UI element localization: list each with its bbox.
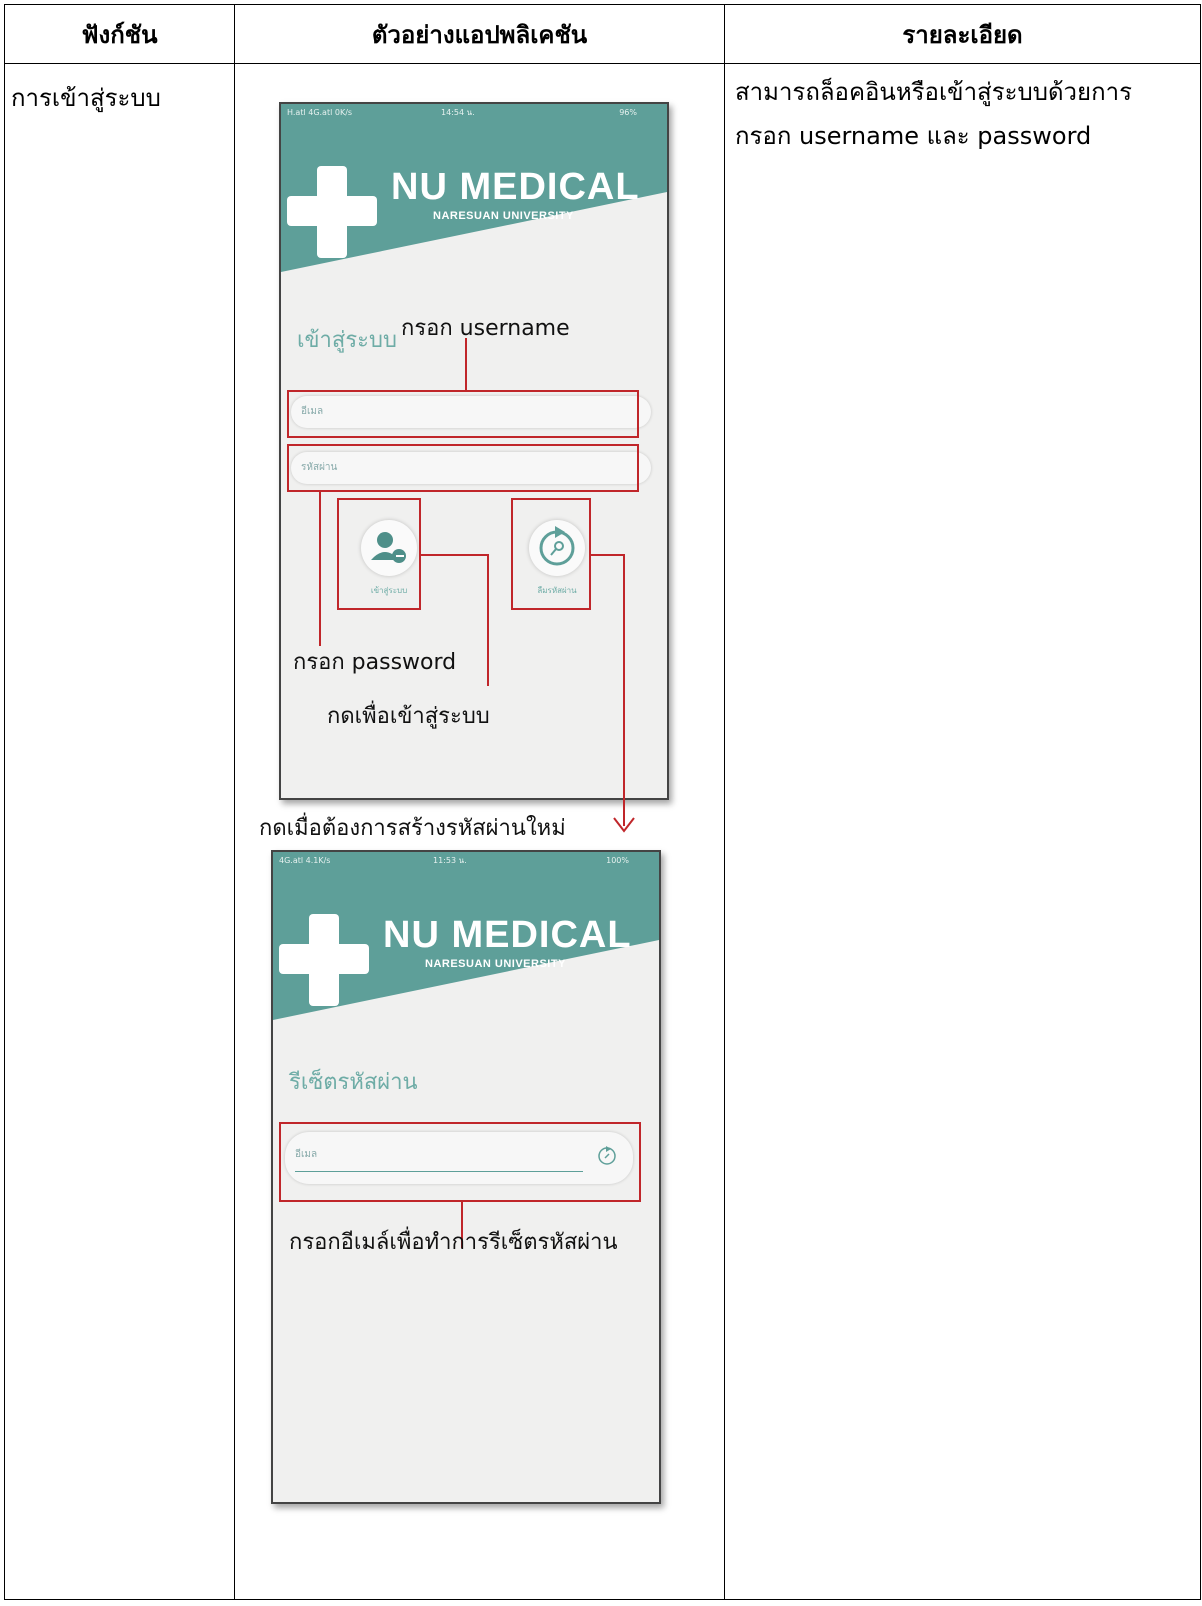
- brand-subtitle: NARESUAN UNIVERSITY: [425, 958, 566, 970]
- login-pointer-v: [487, 554, 489, 686]
- username-pointer: [465, 338, 467, 390]
- status-time: 14:54 น.: [441, 108, 475, 117]
- feature-table: ฟังก์ชัน ตัวอย่างแอปพลิเคชัน รายละเอียด …: [4, 4, 1201, 1600]
- login-button-highlight: [337, 498, 421, 610]
- function-cell: การเข้าสู่ระบบ: [4, 63, 235, 1600]
- status-battery: 96%: [619, 108, 637, 117]
- login-annotation: กดเพื่อเข้าสู่ระบบ: [327, 704, 490, 729]
- header-row: ฟังก์ชัน ตัวอย่างแอปพลิเคชัน รายละเอียด: [4, 4, 1201, 64]
- status-time: 11:53 น.: [433, 856, 467, 865]
- table-row: การเข้าสู่ระบบ H.atl 4G.atl 0K/s 14:54 น…: [4, 63, 1201, 1600]
- password-annotation: กรอก password: [293, 650, 457, 675]
- login-title: เข้าสู่ระบบ: [297, 328, 397, 353]
- status-signal: 4G.atl 4.1K/s: [279, 856, 331, 865]
- status-battery: 100%: [606, 856, 629, 865]
- header-sample-app: ตัวอย่างแอปพลิเคชัน: [234, 4, 725, 64]
- new-password-annotation: กดเมื่อต้องการสร้างรหัสผ่านใหม่: [259, 816, 566, 841]
- status-bar: H.atl 4G.atl 0K/s 14:54 น. 96%: [281, 104, 667, 122]
- brand-name: NU MEDICAL: [383, 914, 632, 956]
- reset-email-annotation: กรอกอีเมล์เพื่อทำการรีเซ็ตรหัสผ่าน: [289, 1230, 618, 1255]
- description-cell: สามารถล็อคอินหรือเข้าสู่ระบบด้วยการ กรอก…: [724, 63, 1201, 1600]
- sample-app-cell: H.atl 4G.atl 0K/s 14:54 น. 96% NU MEDICA…: [234, 63, 725, 1600]
- arrow-down-icon: [613, 817, 635, 833]
- reset-email-highlight: [279, 1122, 641, 1202]
- password-pointer: [319, 492, 321, 646]
- description-line: สามารถล็อคอินหรือเข้าสู่ระบบด้วยการ: [735, 78, 1132, 106]
- password-highlight: [287, 444, 639, 492]
- reset-pointer-h: [591, 554, 625, 556]
- login-pointer-h: [421, 554, 489, 556]
- header-details: รายละเอียด: [724, 4, 1201, 64]
- email-highlight: [287, 390, 639, 438]
- reset-pointer-v: [623, 554, 625, 826]
- status-bar: 4G.atl 4.1K/s 11:53 น. 100%: [273, 852, 659, 870]
- username-annotation: กรอก username: [401, 316, 570, 341]
- reset-title: รีเซ็ตรหัสผ่าน: [289, 1070, 418, 1095]
- reset-button-highlight: [511, 498, 591, 610]
- brand-subtitle: NARESUAN UNIVERSITY: [433, 210, 574, 222]
- description-line: กรอก username และ password: [735, 122, 1092, 150]
- header-function: ฟังก์ชัน: [4, 4, 235, 64]
- brand-name: NU MEDICAL: [391, 166, 640, 208]
- status-signal: H.atl 4G.atl 0K/s: [287, 108, 353, 117]
